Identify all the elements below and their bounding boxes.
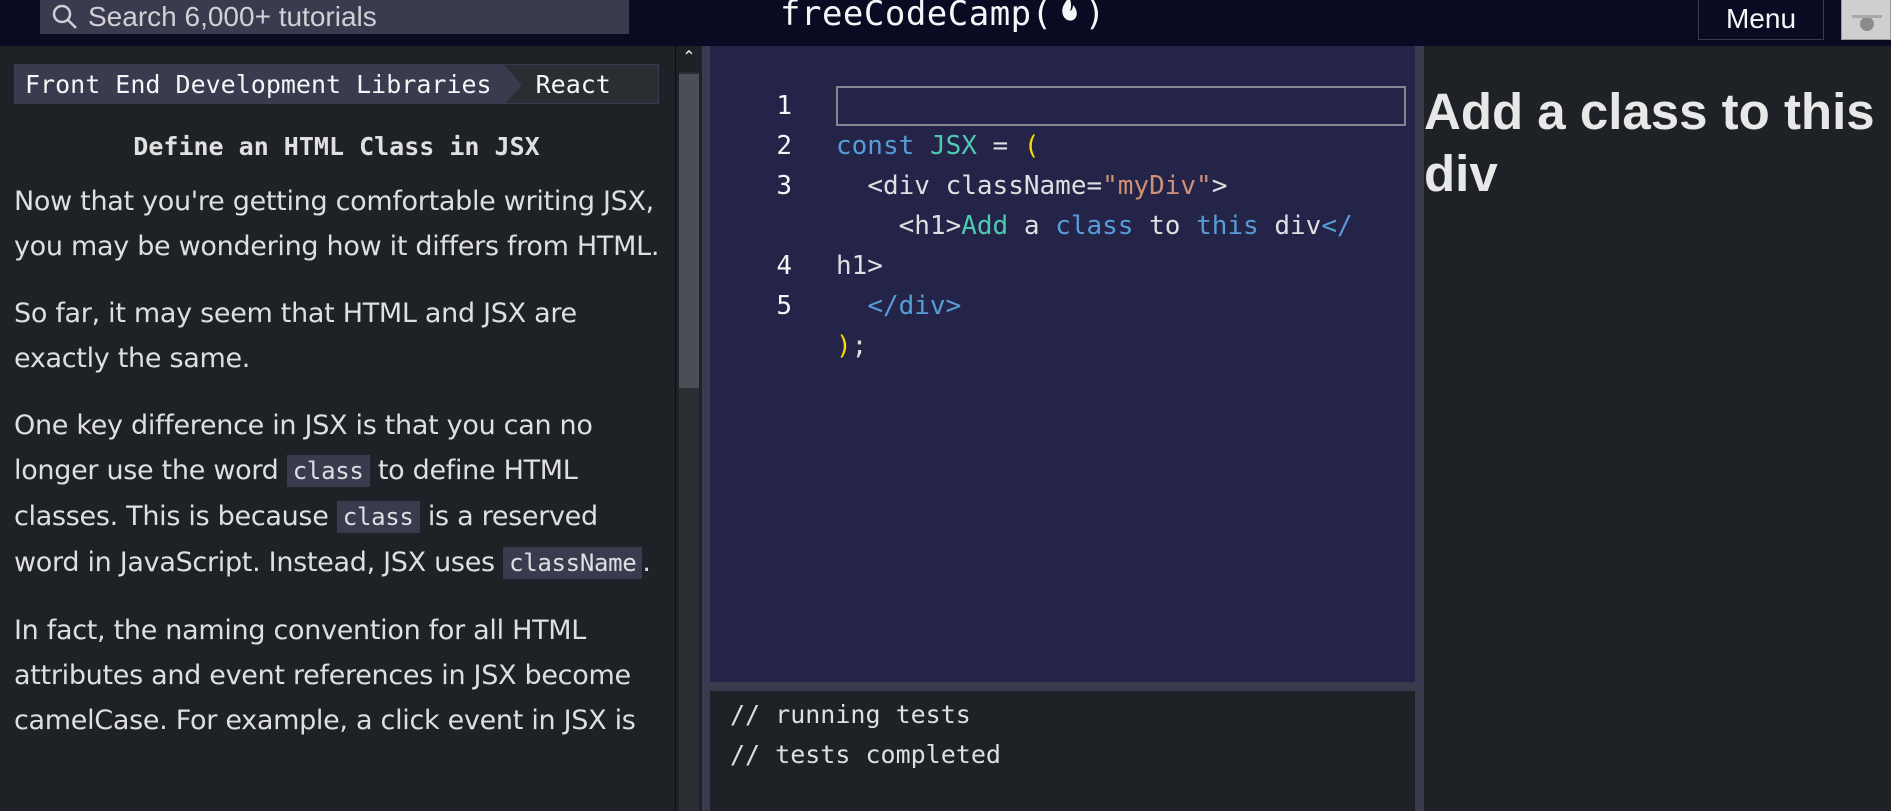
code-line: 2 <div className="myDiv"> (710, 86, 1227, 201)
description-paragraph: So far, it may seem that HTML and JSX ar… (14, 298, 577, 374)
flame-icon (1057, 0, 1081, 34)
token-tag: <div (867, 171, 946, 201)
token-semicolon: ; (851, 331, 868, 361)
logo-text: freeCodeCamp( (780, 0, 1053, 34)
inline-code: class (336, 501, 420, 533)
token-text: div (1258, 211, 1322, 241)
code-line: 4 </div> (710, 206, 961, 321)
token-tag: </div> (867, 291, 962, 321)
token-text: to (1133, 211, 1197, 241)
token-string: "myDiv" (1102, 171, 1212, 201)
token-tag: </ (1321, 211, 1353, 241)
scroll-thumb[interactable] (679, 74, 699, 388)
pane-divider[interactable] (1415, 46, 1424, 811)
token-text: Add (961, 211, 1009, 241)
instructions-scrollbar[interactable]: ⌃ (676, 46, 702, 811)
token-text: a (1008, 211, 1056, 241)
challenge-title: Define an HTML Class in JSX (133, 132, 540, 161)
pane-divider[interactable] (702, 46, 710, 811)
token-paren: ( (1023, 131, 1040, 161)
token-identifier: JSX (929, 131, 977, 161)
inline-code: class (286, 455, 370, 487)
preview-heading: Add a class to this div (1424, 83, 1875, 202)
instructions-pane: Front End Development Libraries React De… (0, 46, 675, 811)
scroll-up-arrow-icon[interactable]: ⌃ (676, 46, 702, 68)
instructions-content: Front End Development Libraries React De… (0, 46, 675, 743)
token-keyword: class (1055, 211, 1134, 241)
console-line: // tests completed (730, 740, 1001, 769)
preview-pane: Add a class to this div (1424, 46, 1891, 811)
code-line: 3 <h1>Add a class to this div</ (710, 126, 1352, 241)
search-icon (52, 3, 80, 31)
editor-console-divider[interactable] (710, 682, 1415, 691)
test-console: // running tests // tests completed (710, 691, 1415, 811)
code-line: 5 ); (710, 246, 867, 361)
token-tag: > (1211, 171, 1228, 201)
search-box[interactable] (40, 0, 629, 34)
line-code-wrapped[interactable]: h1> (836, 246, 883, 286)
code-line: h1> (710, 166, 883, 281)
description-paragraph: One key difference in JSX is that you ca… (14, 403, 661, 586)
line-code[interactable]: <h1>Add a class to this div</ (836, 206, 1353, 246)
avatar[interactable] (1841, 0, 1891, 40)
console-line: // running tests (730, 700, 971, 729)
freecodecamp-logo[interactable]: freeCodeCamp( ) (780, 0, 1106, 34)
token-operator: = (976, 131, 1024, 161)
token-attribute: className= (945, 171, 1103, 201)
code-line: 1 const JSX = ( (710, 46, 1039, 161)
breadcrumb-superblock[interactable]: Front End Development Libraries (15, 65, 504, 103)
token-keyword: this (1196, 211, 1259, 241)
active-line-highlight (836, 86, 1406, 126)
breadcrumb-block[interactable]: React (522, 65, 621, 103)
token-keyword: const (836, 131, 915, 161)
code-editor[interactable]: 1 const JSX = ( 2 <div className="myDiv"… (710, 46, 1415, 682)
breadcrumb: Front End Development Libraries React (14, 64, 659, 105)
breadcrumb-separator (503, 65, 522, 105)
search-input[interactable] (88, 1, 608, 33)
paragraph-text: . (642, 547, 651, 578)
line-code[interactable]: <div className="myDiv"> (836, 166, 1227, 206)
line-number: 5 (776, 291, 792, 321)
line-code[interactable]: const JSX = ( (836, 126, 1040, 166)
description-paragraph: Now that you're getting comfortable writ… (14, 186, 660, 262)
token-paren: ) (836, 331, 852, 361)
inline-code: className (503, 547, 643, 579)
top-navigation: freeCodeCamp( ) Menu (0, 0, 1891, 46)
logo-text-end: ) (1084, 0, 1106, 34)
line-code[interactable]: </div> (836, 286, 961, 326)
token-tag: <h1> (898, 211, 962, 241)
token-tag: h1> (836, 251, 883, 281)
description-paragraph: In fact, the naming convention for all H… (14, 615, 636, 736)
challenge-description: Now that you're getting comfortable writ… (14, 179, 661, 743)
line-code[interactable]: ); (836, 326, 867, 366)
menu-button[interactable]: Menu (1698, 0, 1824, 40)
